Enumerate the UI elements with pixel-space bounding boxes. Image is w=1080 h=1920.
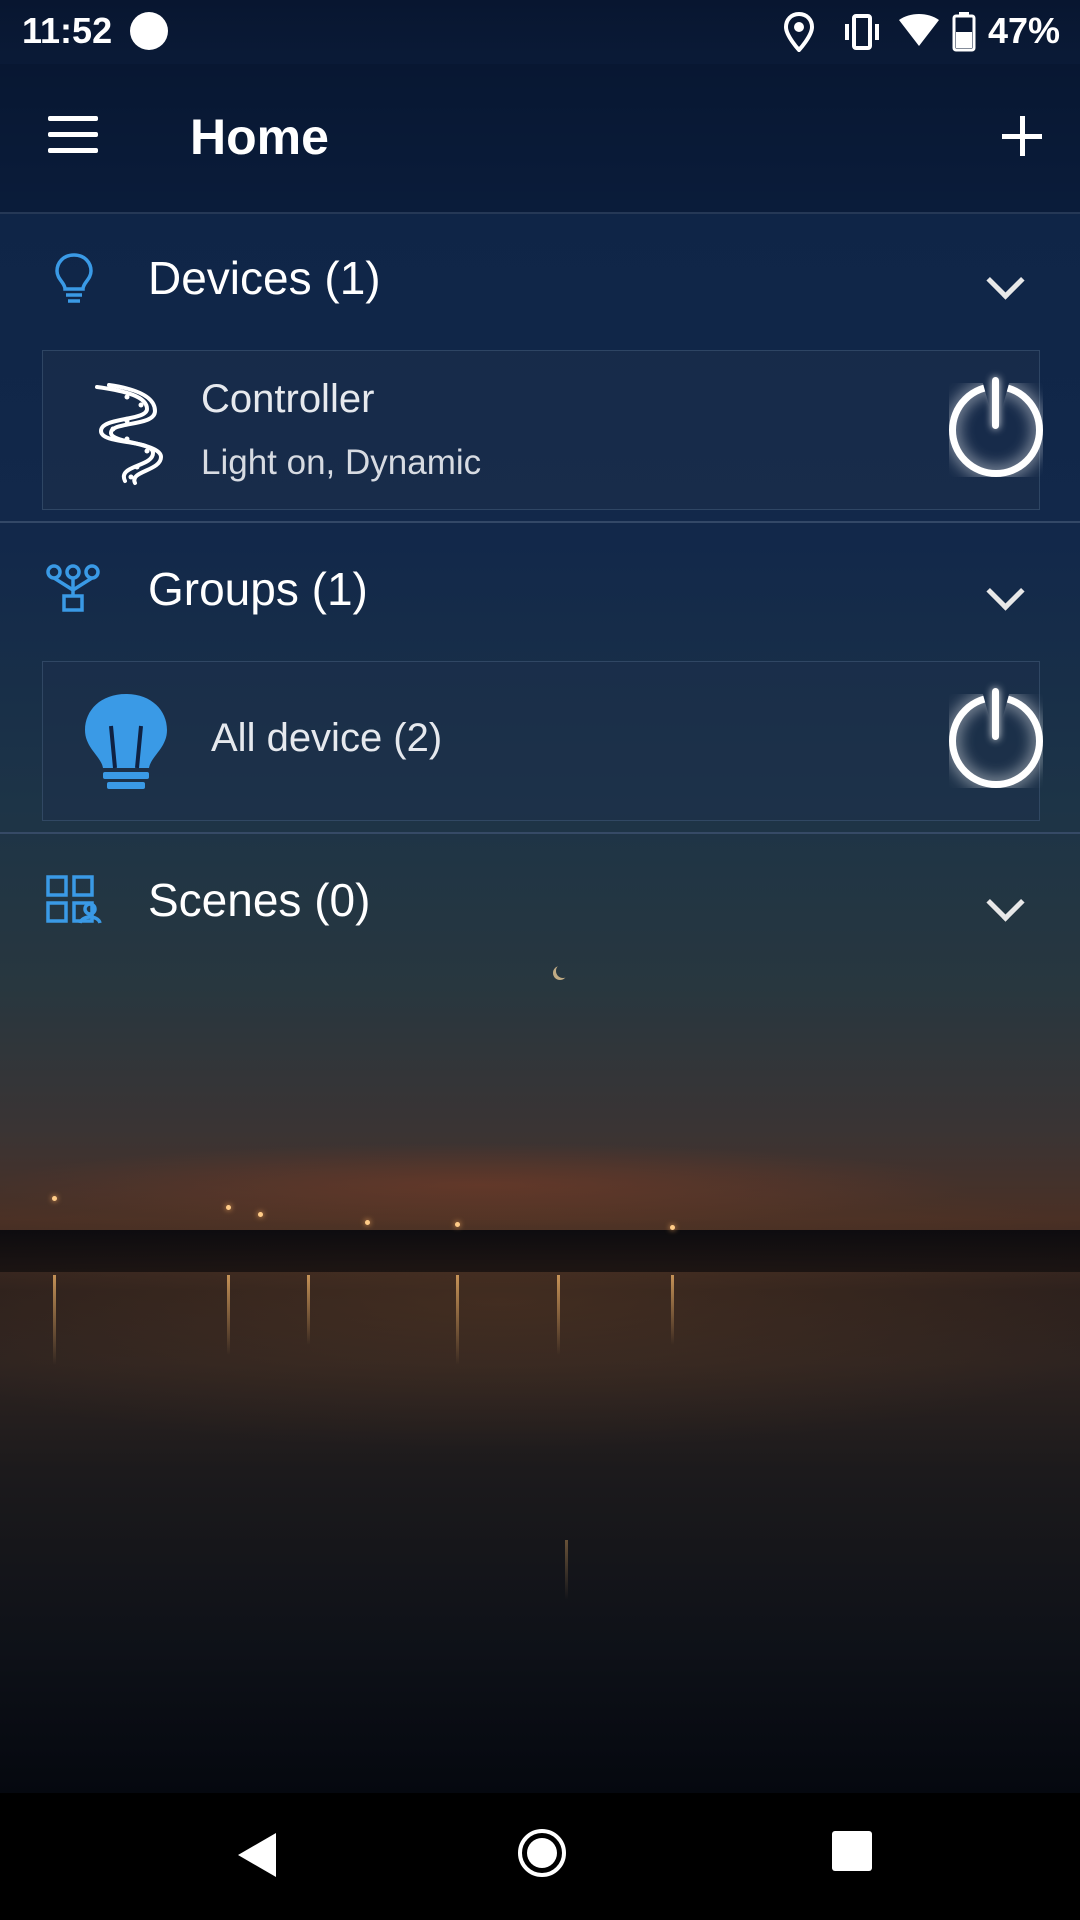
groups-section-label: Groups (1): [148, 563, 368, 615]
plus-icon[interactable]: [1002, 116, 1042, 156]
status-time: 11:52: [22, 10, 113, 51]
groups-section-header[interactable]: Groups (1): [0, 524, 1080, 654]
vibrate-icon: [845, 14, 879, 50]
shore-light: [258, 1212, 263, 1217]
group-nodes-icon: [46, 564, 100, 612]
recents-icon[interactable]: [832, 1831, 872, 1871]
battery-icon: [952, 12, 976, 52]
bulb-outline-icon: [55, 253, 93, 303]
back-icon[interactable]: [238, 1833, 276, 1877]
battery-percentage: 47%: [987, 10, 1060, 51]
light-reflection: [456, 1275, 459, 1365]
device-card-controller[interactable]: Controller Light on, Dynamic: [42, 350, 1043, 510]
group-card-all-device[interactable]: All device (2): [42, 661, 1043, 821]
chevron-down-icon[interactable]: [986, 572, 1025, 611]
device-status: Light on, Dynamic: [201, 443, 482, 482]
status-bar: 11:52 47%: [0, 0, 1080, 64]
location-icon: [784, 12, 814, 52]
shore-light: [365, 1220, 370, 1225]
group-name: All device (2): [211, 716, 443, 760]
shore-light: [52, 1196, 57, 1201]
scenes-grid-icon: [46, 875, 102, 924]
chevron-down-icon[interactable]: [986, 261, 1025, 300]
light-reflection: [307, 1275, 310, 1345]
scenes-section-label: Scenes (0): [148, 874, 371, 926]
bulb-filled-icon: [85, 694, 167, 789]
page-title: Home: [190, 109, 329, 165]
light-reflection: [53, 1275, 56, 1365]
chevron-down-icon[interactable]: [986, 883, 1025, 922]
led-strip-icon: [95, 383, 164, 485]
notification-dot-icon: [130, 12, 168, 50]
shore-light: [226, 1205, 231, 1210]
navigation-bar: [0, 1793, 1080, 1920]
scenes-section-header[interactable]: Scenes (0): [0, 835, 1080, 965]
shore-light: [455, 1222, 460, 1227]
moon: [556, 964, 570, 978]
power-icon[interactable]: [949, 377, 1043, 477]
section-divider: [0, 521, 1080, 523]
home-icon[interactable]: [518, 1829, 566, 1877]
devices-section-header[interactable]: Devices (1): [0, 213, 1080, 343]
hamburger-menu-icon[interactable]: [48, 116, 98, 156]
shore-light: [670, 1225, 675, 1230]
app-bar: Home: [0, 64, 1080, 214]
light-reflection: [227, 1275, 230, 1355]
light-reflection: [671, 1275, 674, 1345]
light-reflection: [557, 1275, 560, 1355]
power-icon[interactable]: [949, 688, 1043, 788]
devices-section-label: Devices (1): [148, 252, 381, 304]
device-name: Controller: [201, 377, 375, 421]
wifi-icon: [899, 14, 939, 46]
light-reflection: [565, 1540, 568, 1600]
section-divider: [0, 832, 1080, 834]
shoreline: [0, 1230, 1080, 1272]
